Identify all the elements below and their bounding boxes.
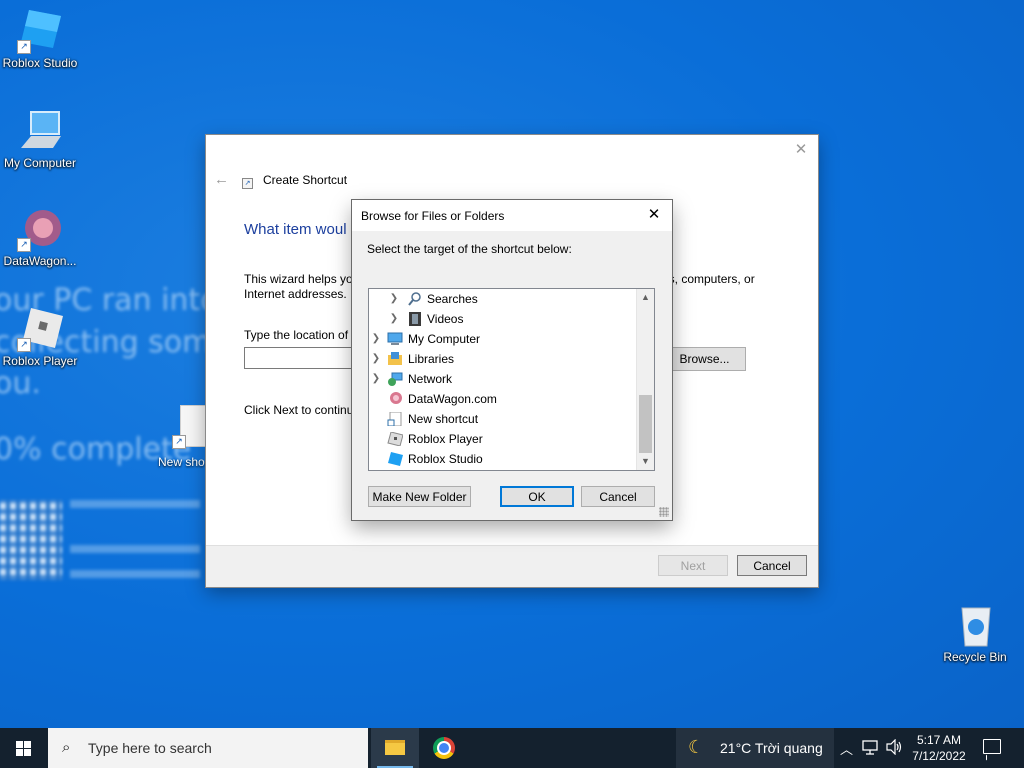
blurred-text-block <box>70 500 200 508</box>
tree-item-label: My Computer <box>408 332 481 346</box>
chrome-icon <box>433 737 455 759</box>
chevron-up-icon[interactable]: ︿ <box>840 739 853 758</box>
computer-icon <box>17 108 63 154</box>
tree-item-label: Roblox Studio <box>408 452 483 466</box>
browse-dialog: Browse for Files or Folders ✕ Select the… <box>352 200 672 520</box>
desktop-icon-recycle-bin[interactable]: Recycle Bin <box>935 602 1015 664</box>
location-label: Type the location of t <box>244 328 355 342</box>
weather-text: 21°C Trời quang <box>720 740 823 756</box>
folder-tree[interactable]: ❯ Searches ❯ Videos ❯ My Computer ❯ Libr… <box>368 288 655 471</box>
moon-icon: ☾ <box>688 737 705 757</box>
wizard-description-right: ers, computers, or <box>658 272 755 286</box>
start-button[interactable] <box>0 728 48 768</box>
weather-widget[interactable]: ☾ 21°C Trời quang <box>676 728 834 768</box>
tree-item-label: New shortcut <box>408 412 479 426</box>
datawagon-icon: ↗ <box>17 206 63 252</box>
roblox-studio-icon: ↗ <box>17 8 63 54</box>
expand-chevron-icon[interactable]: ❯ <box>371 329 381 349</box>
back-arrow-icon[interactable]: ← <box>214 171 229 188</box>
scroll-down-icon[interactable]: ▼ <box>637 453 654 470</box>
tree-item-label: Libraries <box>408 352 455 366</box>
tree-item-label: Searches <box>427 292 478 306</box>
shortcut-title-icon: ↗ <box>242 178 253 189</box>
taskbar-clock[interactable]: 5:17 AM 7/12/2022 <box>906 732 972 764</box>
network-icon[interactable] <box>862 739 880 758</box>
cancel-button[interactable]: Cancel <box>581 486 655 507</box>
desktop-icon-label: DataWagon... <box>3 254 77 268</box>
libraries-icon <box>387 352 403 366</box>
scroll-up-icon[interactable]: ▲ <box>637 289 654 306</box>
computer-icon <box>387 332 403 346</box>
search-placeholder: Type here to search <box>88 740 212 756</box>
desktop-icon-roblox-player[interactable]: ↗ Roblox Player <box>0 306 80 368</box>
tree-item-label: DataWagon.com <box>408 392 497 406</box>
desktop-icon-label: My Computer <box>3 156 77 170</box>
expand-chevron-icon[interactable]: ❯ <box>389 309 399 329</box>
blurred-text-block <box>70 545 200 553</box>
expand-chevron-icon[interactable]: ❯ <box>371 349 381 369</box>
scroll-thumb[interactable] <box>639 395 652 453</box>
taskbar-search-box[interactable]: ⌕ Type here to search <box>48 728 368 768</box>
resize-grip[interactable] <box>659 507 669 517</box>
notifications-icon[interactable] <box>983 739 1001 754</box>
roblox-player-icon: ↗ <box>17 306 63 352</box>
shortcut-arrow-icon: ↗ <box>17 40 31 54</box>
roblox-player-icon <box>387 431 404 447</box>
bg-text-line: ou. <box>0 366 41 401</box>
qr-code-image <box>0 500 62 580</box>
clock-time: 5:17 AM <box>916 733 962 747</box>
expand-chevron-icon[interactable]: ❯ <box>371 369 381 389</box>
tree-item-label: Videos <box>427 312 464 326</box>
wizard-heading: What item woul <box>244 221 347 238</box>
shortcut-arrow-icon: ↗ <box>17 338 31 352</box>
datawagon-icon <box>387 392 403 406</box>
ok-button[interactable]: OK <box>500 486 574 507</box>
clock-date: 7/12/2022 <box>912 749 966 763</box>
recycle-bin-icon <box>952 602 998 648</box>
volume-icon[interactable] <box>886 738 904 758</box>
tree-item-label: Roblox Player <box>408 432 483 446</box>
desktop-icon-my-computer[interactable]: My Computer <box>0 108 80 170</box>
desktop-icon-label: New sho <box>158 455 205 469</box>
make-new-folder-button[interactable]: Make New Folder <box>368 486 471 507</box>
shortcut-arrow-icon: ↗ <box>17 238 31 252</box>
close-icon[interactable]: ✕ <box>644 205 664 225</box>
search-icon <box>407 292 423 306</box>
desktop-icon-roblox-studio[interactable]: ↗ Roblox Studio <box>0 8 80 70</box>
tree-scrollbar[interactable]: ▲ ▼ <box>636 289 654 470</box>
roblox-studio-icon <box>387 452 403 466</box>
videos-folder-icon <box>407 312 423 326</box>
search-icon: ⌕ <box>62 739 71 756</box>
cancel-button[interactable]: Cancel <box>737 555 807 576</box>
shortcut-arrow-icon: ↗ <box>172 435 186 449</box>
desktop-icon-label: Recycle Bin <box>943 650 1007 664</box>
expand-chevron-icon[interactable]: ❯ <box>389 289 399 309</box>
desktop-icon-label: Roblox Player <box>2 354 78 368</box>
close-icon[interactable]: ✕ <box>792 141 810 159</box>
file-explorer-icon <box>385 740 405 755</box>
taskbar: ⌕ Type here to search ☾ 21°C Trời quang … <box>0 728 1024 768</box>
desktop-icon-datawagon[interactable]: ↗ DataWagon... <box>0 206 80 268</box>
browse-button[interactable]: Browse... <box>663 347 746 371</box>
desktop-icon-label: Roblox Studio <box>2 56 78 70</box>
tree-item-label: Network <box>408 372 453 386</box>
blurred-text-block <box>70 570 200 578</box>
shortcut-icon <box>387 411 403 427</box>
network-icon <box>387 372 403 386</box>
next-button[interactable]: Next <box>658 555 728 576</box>
taskbar-file-explorer[interactable] <box>371 728 419 768</box>
browse-prompt: Select the target of the shortcut below: <box>367 242 572 256</box>
taskbar-chrome[interactable] <box>420 728 468 768</box>
click-next-text: Click Next to continu <box>244 403 354 417</box>
wizard-description-line2: Internet addresses. <box>244 287 347 301</box>
browse-dialog-title: Browse for Files or Folders <box>361 209 505 223</box>
windows-logo-icon <box>16 741 31 756</box>
wizard-footer: Next Cancel <box>206 545 818 587</box>
browse-dialog-titlebar[interactable]: Browse for Files or Folders ✕ <box>352 200 672 231</box>
wizard-title: Create Shortcut <box>263 173 348 187</box>
